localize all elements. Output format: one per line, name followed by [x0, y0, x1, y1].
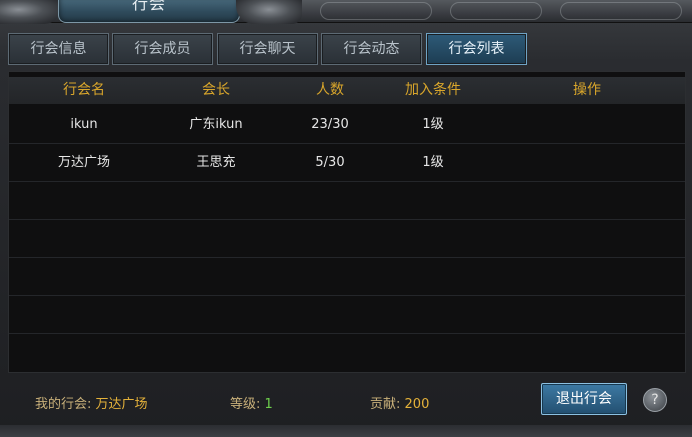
exit-guild-button[interactable]: 退出行会	[541, 383, 627, 415]
action-cell[interactable]	[547, 106, 627, 143]
guild-level-info: 等级: 1	[230, 393, 273, 412]
leader-cell: 广东ikun	[189, 117, 243, 132]
my-guild-label: 我的行会:	[35, 397, 92, 412]
guild-footer: 我的行会: 万达广场 等级: 1 贡献: 200 退出行会 ?	[0, 380, 692, 420]
contribution-label: 贡献:	[370, 397, 401, 412]
tab-guild-chat[interactable]: 行会聊天	[217, 33, 318, 65]
dragon-ornament-icon	[0, 0, 62, 24]
column-header-action: 操作	[573, 82, 601, 98]
leader-cell: 王思充	[196, 155, 236, 170]
empty-table-row	[9, 182, 685, 220]
tab-guild-info[interactable]: 行会信息	[8, 33, 109, 65]
ornament-swirl	[450, 2, 542, 20]
table-header: 行会名 会长 人数 加入条件 操作	[9, 77, 685, 104]
empty-table-row	[9, 296, 685, 334]
guild-name-cell: 万达广场	[57, 155, 110, 170]
join-condition-cell: 1级	[422, 155, 444, 170]
contribution-value: 200	[404, 397, 430, 412]
ornament-swirl	[320, 2, 432, 20]
guild-name-cell: ikun	[70, 117, 98, 132]
action-cell[interactable]	[547, 144, 627, 181]
members-cell: 23/30	[311, 117, 349, 132]
level-label: 等级:	[230, 397, 261, 412]
my-guild-info: 我的行会: 万达广场	[35, 393, 148, 412]
empty-table-row	[9, 334, 685, 371]
empty-table-row	[9, 220, 685, 258]
tab-guild-members[interactable]: 行会成员	[112, 33, 213, 65]
empty-table-row	[9, 258, 685, 296]
dragon-ornament-icon	[236, 0, 302, 24]
window-title-tab: 行会	[58, 0, 240, 23]
column-header-guild-name: 行会名	[63, 82, 105, 98]
table-row[interactable]: ikun 广东ikun 23/30 1级	[9, 106, 685, 144]
guild-window: 行会 行会信息 行会成员 行会聊天 行会动态 行会列表 行会名 会长 人数 加入…	[0, 0, 692, 437]
tab-guild-activity[interactable]: 行会动态	[321, 33, 422, 65]
column-header-join-condition: 加入条件	[405, 82, 461, 98]
column-header-leader: 会长	[202, 82, 230, 98]
table-row[interactable]: 万达广场 王思充 5/30 1级	[9, 144, 685, 182]
my-guild-value: 万达广场	[95, 397, 148, 412]
column-header-members: 人数	[316, 82, 344, 98]
guild-tabs: 行会信息 行会成员 行会聊天 行会动态 行会列表	[8, 33, 684, 65]
level-value: 1	[264, 397, 273, 412]
ornament-swirl	[560, 2, 682, 20]
join-condition-cell: 1级	[422, 117, 444, 132]
contribution-info: 贡献: 200	[370, 393, 429, 412]
guild-list-table: 行会名 会长 人数 加入条件 操作 ikun 广东ikun 23/30 1级 万…	[8, 71, 686, 373]
tab-guild-list[interactable]: 行会列表	[426, 33, 527, 65]
window-title: 行会	[131, 0, 166, 13]
help-icon[interactable]: ?	[643, 388, 667, 412]
members-cell: 5/30	[315, 155, 345, 170]
window-bottom-border	[0, 425, 692, 437]
